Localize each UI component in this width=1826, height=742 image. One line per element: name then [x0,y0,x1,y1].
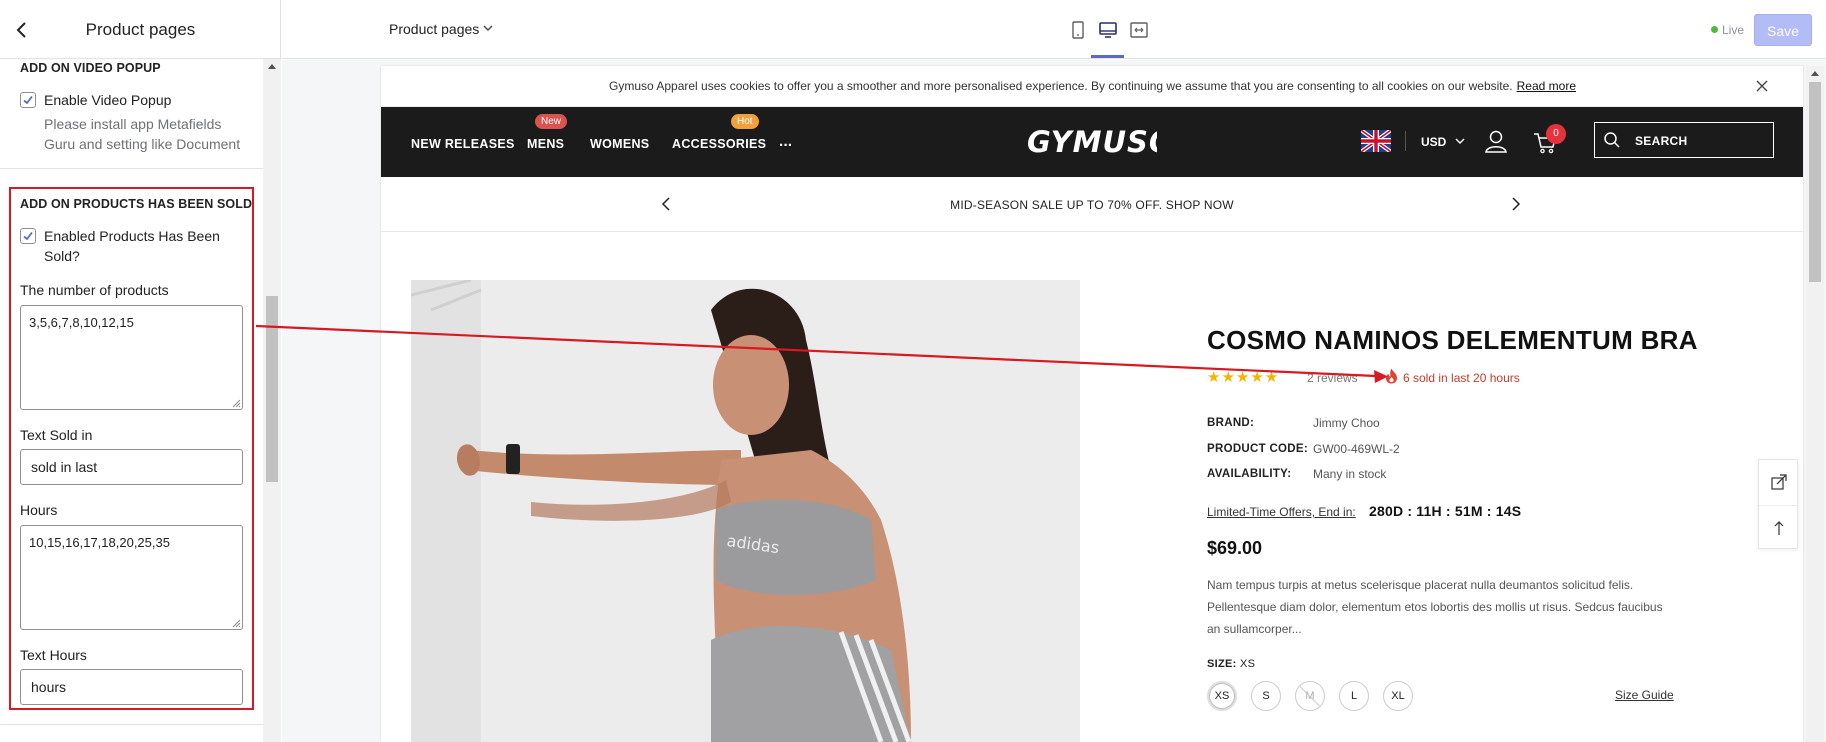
preview-scrollbar-thumb[interactable] [1809,82,1821,282]
brand-value: Jimmy Choo [1313,416,1380,430]
size-option-xs[interactable]: XS [1207,681,1237,711]
size-selected-text: XS [1239,658,1256,670]
size-option-l[interactable]: L [1339,681,1369,711]
live-status-label: Live [1722,23,1745,37]
user-account-icon[interactable] [1483,128,1509,154]
scroll-up-arrow-icon[interactable] [1811,71,1819,76]
enable-video-popup-label: Enable Video Popup [44,92,172,108]
size-label: SIZE: XS [1207,658,1255,670]
store-search-input[interactable]: SEARCH [1594,122,1774,158]
highlight-annotation-box [9,187,254,710]
cart-count-badge: 0 [1546,124,1566,144]
storefront-preview: Gymuso Apparel uses cookies to offer you… [381,66,1803,742]
sidebar-scrollbar-thumb[interactable] [266,296,278,482]
sidebar-title: Product pages [85,20,196,39]
active-view-indicator [1091,55,1124,58]
size-label-text: SIZE: [1207,658,1237,670]
chevron-right-icon[interactable] [1506,195,1524,213]
search-placeholder: SEARCH [1635,134,1688,148]
product-title: COSMO NAMINOS DELEMENTUM BRA [1207,325,1698,355]
expand-icon [1771,474,1787,490]
full-width-view-icon[interactable] [1127,18,1151,42]
nav-accessories[interactable]: ACCESSORIES [672,137,766,151]
size-option-m[interactable]: M [1295,681,1325,711]
promo-bar: MID-SEASON SALE UP TO 70% OFF. SHOP NOW [381,177,1803,232]
rating-stars-icon: ★★★★★ [1207,369,1280,386]
mobile-view-icon[interactable] [1066,18,1090,42]
cookie-text: Gymuso Apparel uses cookies to offer you… [609,79,1513,93]
video-popup-help-line1: Please install app Metafields [44,116,222,132]
section-divider [0,168,263,169]
product-description: Nam tempus turpis at metus scelerisque p… [1207,578,1663,636]
video-popup-help-line2: Guru and setting like Document [44,136,241,152]
sidebar-header: Product pages [0,0,281,59]
nav-mens[interactable]: MENS [527,137,564,151]
size-option-s[interactable]: S [1251,681,1281,711]
arrow-up-icon [1774,521,1784,535]
live-status-dot [1711,26,1718,33]
nav-new-releases[interactable]: NEW RELEASES [411,137,515,151]
availability-label: AVAILABILITY: [1207,468,1292,480]
scroll-up-arrow-icon[interactable] [268,64,276,69]
limited-offer-label: Limited-Time Offers, End in: [1207,505,1356,519]
desktop-view-icon[interactable] [1096,18,1120,42]
close-icon[interactable] [1755,79,1769,93]
brand-label: BRAND: [1207,417,1255,429]
settings-sidebar: Product pages ADD ON VIDEO POPUP Enable … [0,0,281,742]
product-code-label: PRODUCT CODE: [1207,443,1309,455]
store-logo[interactable]: GYMUSO [1027,123,1157,159]
video-popup-section-title: ADD ON VIDEO POPUP [20,61,161,75]
cookie-bar: Gymuso Apparel uses cookies to offer you… [381,66,1803,107]
product-image[interactable]: adidas [411,280,1080,742]
fire-icon [1386,368,1397,384]
cookie-read-more-link[interactable]: Read more [1517,79,1576,93]
product-price: $69.00 [1207,538,1263,558]
save-button[interactable]: Save [1754,14,1812,46]
products-sold-text: 6 sold in last 20 hours [1403,371,1520,385]
compare-button[interactable] [1759,460,1799,505]
store-header-nav: NEW RELEASES MENS New WOMENS ACCESSORIES… [381,107,1803,177]
uk-flag-icon[interactable] [1361,130,1391,152]
reviews-link[interactable]: 2 reviews [1307,371,1358,385]
theme-editor: Product pages ADD ON VIDEO POPUP Enable … [0,0,1826,742]
nav-womens[interactable]: WOMENS [590,137,649,151]
size-option-xl[interactable]: XL [1383,681,1413,711]
search-icon [1604,132,1620,148]
page-selector[interactable]: Product pages [389,21,479,37]
currency-selector[interactable]: USD [1421,135,1446,149]
countdown-timer: 280D : 11H : 51M : 14S [1369,503,1522,519]
chevron-down-icon [483,25,493,31]
cookie-message: Gymuso Apparel uses cookies to offer you… [609,79,1576,93]
section-divider [0,724,263,725]
enable-video-popup-checkbox[interactable] [20,92,36,108]
checkmark-icon [23,95,33,105]
availability-value: Many in stock [1313,467,1387,481]
promo-text[interactable]: MID-SEASON SALE UP TO 70% OFF. SHOP NOW [381,198,1803,212]
back-to-top-button[interactable] [1759,505,1799,550]
editor-topbar: Product pages Live Save [282,0,1826,59]
chevron-down-icon [1455,138,1465,144]
logo-text: GYMUSO [1027,125,1157,159]
nav-more[interactable]: ... [779,133,792,150]
preview-canvas: Gymuso Apparel uses cookies to offer you… [282,60,1826,742]
nav-separator [1405,131,1406,151]
hot-badge: Hot [731,114,759,129]
new-badge: New [535,114,568,129]
product-code-value: GW00-469WL-2 [1313,442,1400,456]
size-guide-link[interactable]: Size Guide [1615,688,1674,702]
floating-tools [1758,459,1799,550]
